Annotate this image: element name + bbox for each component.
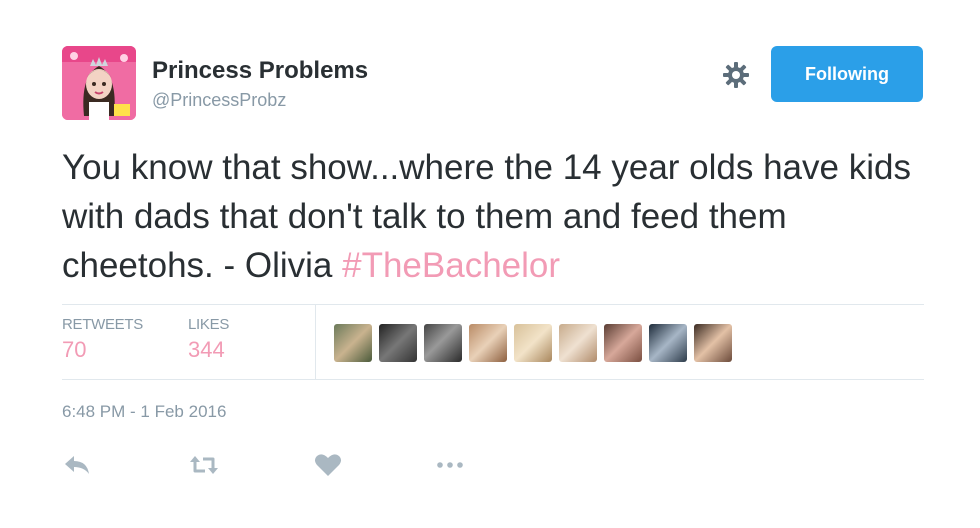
more-icon[interactable] (435, 452, 465, 478)
liker-avatar[interactable] (334, 324, 372, 362)
avatar[interactable] (62, 46, 136, 120)
gear-icon[interactable] (722, 61, 750, 89)
following-button[interactable]: Following (771, 46, 923, 102)
likes-stat[interactable]: LIKES 344 (188, 316, 229, 363)
user-handle[interactable]: @PrincessProbz (152, 90, 286, 111)
likes-count: 344 (188, 337, 225, 362)
liker-avatar[interactable] (559, 324, 597, 362)
avatar-image (62, 46, 136, 120)
stats-divider-vertical (315, 304, 316, 379)
likes-label: LIKES (188, 316, 230, 333)
retweets-label: RETWEETS (62, 316, 143, 333)
liker-avatar[interactable] (469, 324, 507, 362)
display-name[interactable]: Princess Problems (152, 57, 368, 85)
liker-avatar[interactable] (379, 324, 417, 362)
liker-avatars (334, 324, 732, 362)
tweet-card: Princess Problems @PrincessProbz Followi… (0, 0, 980, 528)
stats-divider-bottom (62, 379, 924, 380)
liker-avatar[interactable] (694, 324, 732, 362)
hashtag-link[interactable]: #TheBachelor (342, 246, 560, 285)
liker-avatar[interactable] (649, 324, 687, 362)
tweet-text: You know that show...where the 14 year o… (62, 143, 942, 290)
reply-icon[interactable] (62, 452, 92, 478)
retweets-count: 70 (62, 337, 87, 362)
stats-divider-top (62, 304, 924, 305)
retweets-stat[interactable]: RETWEETS 70 (62, 316, 143, 363)
liker-avatar[interactable] (604, 324, 642, 362)
liker-avatar[interactable] (424, 324, 462, 362)
retweet-icon[interactable] (189, 452, 219, 478)
liker-avatar[interactable] (514, 324, 552, 362)
heart-icon[interactable] (313, 452, 343, 478)
timestamp[interactable]: 6:48 PM - 1 Feb 2016 (62, 402, 226, 422)
